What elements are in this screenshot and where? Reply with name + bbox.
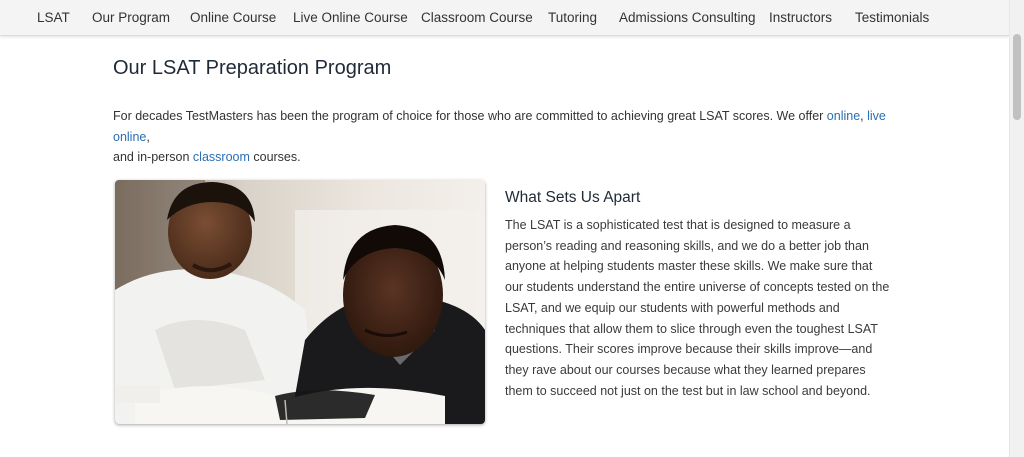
online-link[interactable]: online	[827, 109, 860, 123]
intro-text-2: and in-person	[113, 150, 193, 164]
nav-item-lsat[interactable]: LSAT	[37, 10, 70, 25]
intro-paragraph: For decades TestMasters has been the pro…	[113, 106, 913, 168]
classroom-link[interactable]: classroom	[193, 150, 250, 164]
page-title: Our LSAT Preparation Program	[113, 57, 392, 79]
vertical-scrollbar[interactable]	[1009, 0, 1024, 457]
students-photo-illustration	[115, 180, 485, 424]
nav-item-live-online-course[interactable]: Live Online Course	[293, 10, 408, 25]
section-heading: What Sets Us Apart	[505, 189, 641, 206]
nav-item-tutoring[interactable]: Tutoring	[548, 10, 597, 25]
nav-item-testimonials[interactable]: Testimonials	[855, 10, 929, 25]
intro-text-1: For decades TestMasters has been the pro…	[113, 109, 827, 123]
section-body-text: The LSAT is a sophisticated test that is…	[505, 218, 890, 398]
nav-item-our-program[interactable]: Our Program	[92, 10, 170, 25]
nav-item-online-course[interactable]: Online Course	[190, 10, 276, 25]
nav-item-admissions-consulting[interactable]: Admissions Consulting	[619, 10, 756, 25]
scrollbar-thumb[interactable]	[1013, 34, 1021, 120]
top-navigation: LSAT Our Program Online Course Live Onli…	[0, 0, 1010, 36]
intro-separator-2: ,	[146, 129, 150, 144]
intro-text-3: courses.	[249, 150, 301, 164]
nav-item-classroom-course[interactable]: Classroom Course	[421, 10, 533, 25]
students-studying-photo	[115, 180, 485, 424]
nav-item-instructors[interactable]: Instructors	[769, 10, 832, 25]
